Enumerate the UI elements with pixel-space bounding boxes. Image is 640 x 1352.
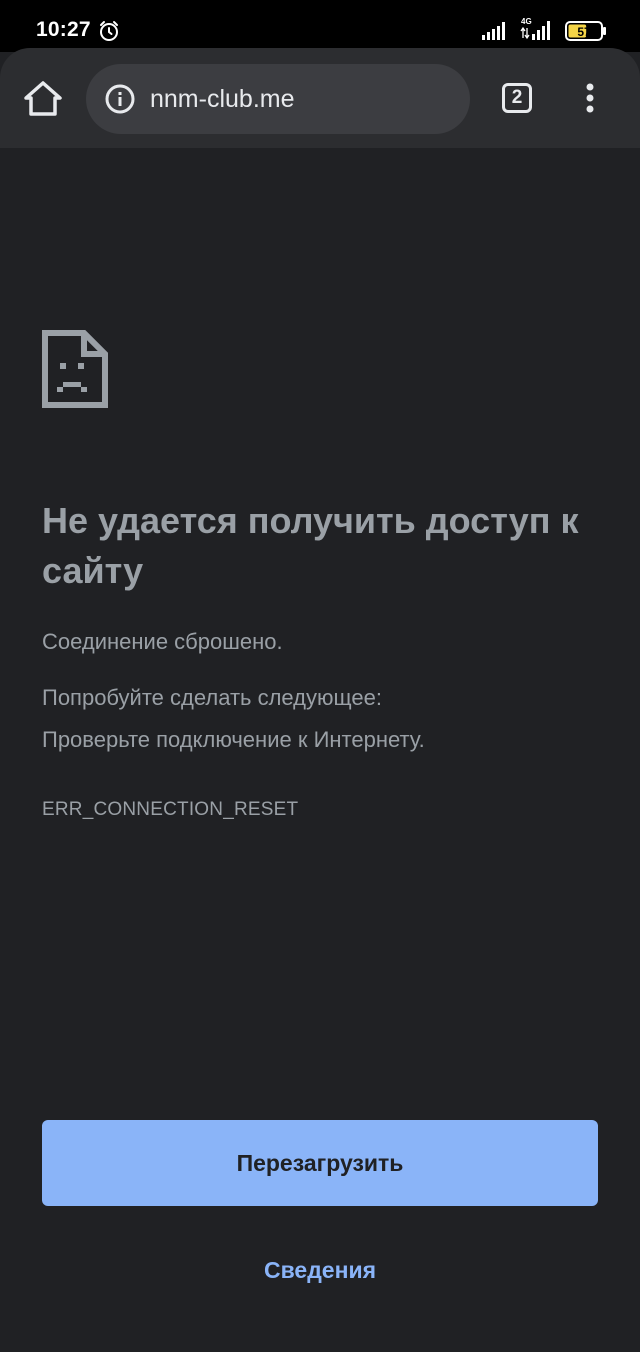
status-bar: 10:27 4G 57	[0, 0, 640, 52]
sad-document-icon	[42, 330, 108, 408]
suggestions-heading: Попробуйте сделать следующее:	[42, 685, 382, 710]
cellular-4g-signal-icon: 4G	[520, 17, 550, 40]
info-icon[interactable]	[104, 83, 136, 115]
battery-icon: 57	[565, 21, 606, 41]
status-time: 10:27	[36, 18, 91, 41]
alarm-clock-icon	[100, 21, 118, 41]
home-icon[interactable]	[20, 76, 66, 122]
error-description: Соединение сброшено.	[42, 629, 283, 654]
reload-button[interactable]: Перезагрузить	[42, 1120, 598, 1206]
suggestion-item: Проверьте подключение к Интернету.	[42, 727, 425, 752]
omnibox[interactable]: nnm-club.me	[86, 64, 470, 134]
url-text[interactable]: nnm-club.me	[150, 85, 295, 113]
network-type-label: 4G	[521, 17, 532, 26]
cellular-signal-icon	[482, 22, 505, 40]
details-button[interactable]: Сведения	[220, 1250, 420, 1290]
more-options-icon[interactable]	[576, 80, 604, 116]
error-title: Не удается получить доступ к сайту	[42, 500, 579, 591]
error-code: ERR_CONNECTION_RESET	[42, 799, 299, 820]
battery-level-text: 57	[577, 25, 591, 39]
tab-switcher-button[interactable]: 2	[502, 83, 532, 113]
browser-toolbar: nnm-club.me 2	[0, 48, 640, 148]
